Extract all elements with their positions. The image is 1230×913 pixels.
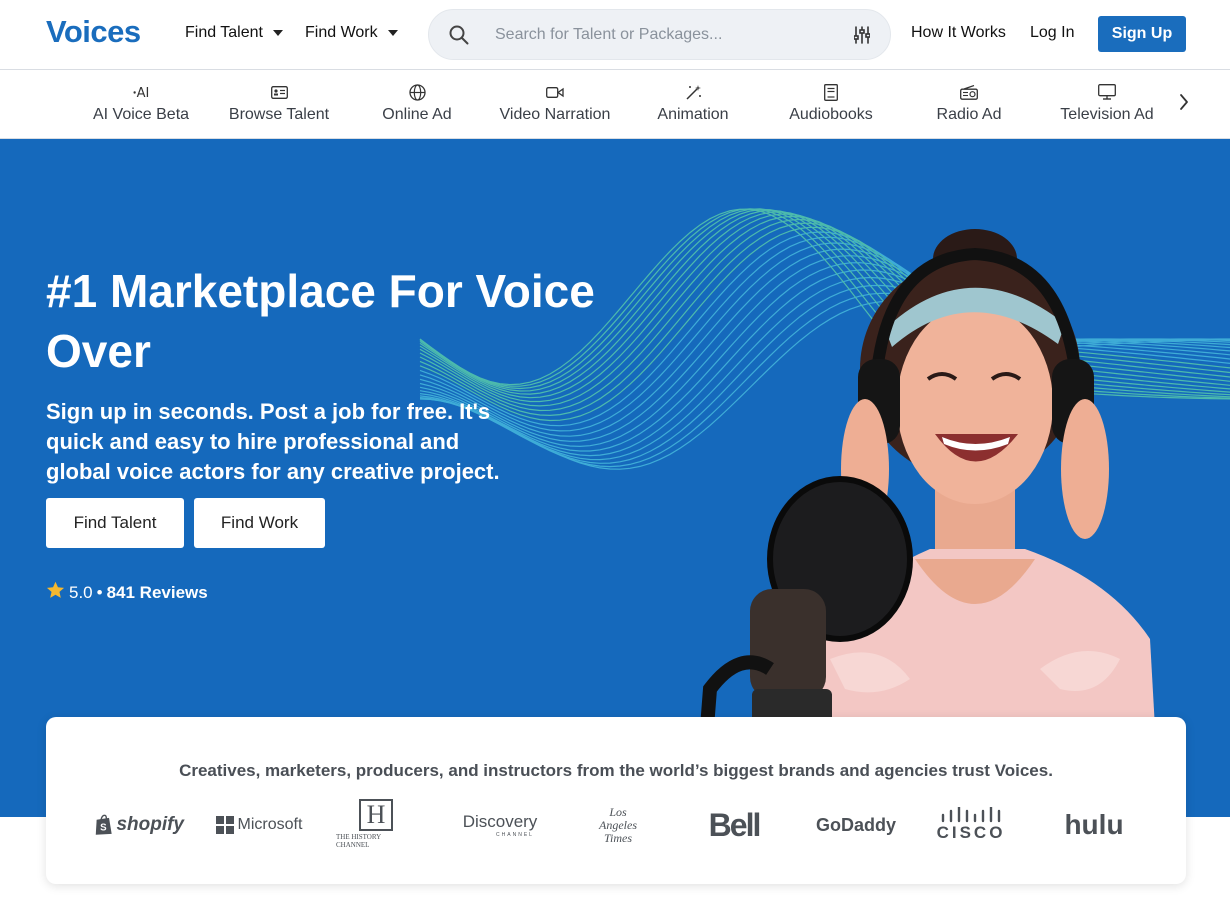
category-label: Audiobooks xyxy=(789,106,873,123)
find-talent-menu[interactable]: Find Talent xyxy=(185,24,283,42)
category-animation[interactable]: Animation xyxy=(628,81,758,124)
globe-icon xyxy=(352,81,482,103)
book-icon xyxy=(766,81,896,103)
find-talent-label: Find Talent xyxy=(185,24,263,41)
reviews-count-link[interactable]: 841 Reviews xyxy=(107,583,208,603)
video-camera-icon xyxy=(490,81,620,103)
category-label: Online Ad xyxy=(382,106,452,123)
find-work-menu[interactable]: Find Work xyxy=(305,24,398,42)
history-channel-logo: H THE HISTORY CHANNEL xyxy=(336,799,416,849)
site-header: Voices Find Talent Find Work How It Work… xyxy=(0,0,1230,70)
cisco-logo: CISCO xyxy=(936,807,1006,842)
category-label: Video Narration xyxy=(499,106,611,123)
brand-trust-card: Creatives, marketers, producers, and ins… xyxy=(46,717,1186,884)
filter-sliders-icon[interactable] xyxy=(853,26,871,49)
find-work-label: Find Work xyxy=(305,24,378,41)
chevron-down-icon xyxy=(387,30,398,36)
category-label: AI Voice Beta xyxy=(92,106,190,123)
ai-icon: ꞏAI xyxy=(132,86,150,101)
shopify-logo: S shopify xyxy=(94,805,184,845)
bell-logo: Bell xyxy=(708,806,762,843)
rating-score: 5.0 xyxy=(69,582,93,602)
microsoft-logo: Microsoft xyxy=(214,805,304,845)
hulu-logo: hulu xyxy=(1064,809,1124,840)
login-link[interactable]: Log In xyxy=(1030,24,1074,42)
hero-find-work-button[interactable]: Find Work xyxy=(194,498,325,548)
svg-text:S: S xyxy=(100,822,107,833)
brands-tagline: Creatives, marketers, producers, and ins… xyxy=(179,761,1053,780)
rating-separator: • xyxy=(96,582,103,602)
tv-icon xyxy=(1042,81,1172,103)
star-icon xyxy=(46,581,65,604)
id-card-icon xyxy=(214,81,344,103)
category-label: Television Ad xyxy=(1060,106,1154,123)
discovery-channel-logo: Discovery CHANNEL xyxy=(462,812,538,838)
magic-wand-icon xyxy=(628,81,758,103)
radio-icon xyxy=(904,81,1034,103)
category-audiobooks[interactable]: Audiobooks xyxy=(766,81,896,124)
godaddy-logo: GoDaddy xyxy=(815,814,896,835)
chevron-down-icon xyxy=(272,30,283,36)
los-angeles-times-logo: Los Angeles Times xyxy=(599,804,637,845)
category-video-narration[interactable]: Video Narration xyxy=(490,81,620,124)
category-ai-voice[interactable]: ꞏAI AI Voice Beta xyxy=(76,81,206,124)
hero-subtitle: Sign up in seconds. Post a job for free.… xyxy=(46,399,500,484)
voices-logo[interactable]: Voices xyxy=(46,14,141,50)
hero-title: #1 Marketplace For Voice Over xyxy=(46,265,595,377)
category-browse-talent[interactable]: Browse Talent xyxy=(214,81,344,124)
hero-find-talent-button[interactable]: Find Talent xyxy=(46,498,184,548)
category-radio-ad[interactable]: Radio Ad xyxy=(904,81,1034,124)
hero-section: #1 Marketplace For Voice Over Sign up in… xyxy=(0,139,1230,817)
category-nav: ꞏAI AI Voice Beta Browse Talent Online A… xyxy=(0,71,1230,139)
search-input[interactable] xyxy=(495,22,825,48)
how-it-works-link[interactable]: How It Works xyxy=(911,24,1006,42)
search-bar xyxy=(428,9,891,60)
category-label: Browse Talent xyxy=(228,106,330,123)
rating-summary: 5.0 • 841 Reviews xyxy=(46,581,208,604)
category-television-ad[interactable]: Television Ad xyxy=(1042,81,1172,124)
category-label: Radio Ad xyxy=(936,106,1002,123)
chevron-right-icon[interactable] xyxy=(1178,93,1190,116)
category-label: Animation xyxy=(657,106,729,123)
signup-button[interactable]: Sign Up xyxy=(1098,16,1186,52)
search-icon[interactable] xyxy=(449,25,469,50)
category-online-ad[interactable]: Online Ad xyxy=(352,81,482,124)
